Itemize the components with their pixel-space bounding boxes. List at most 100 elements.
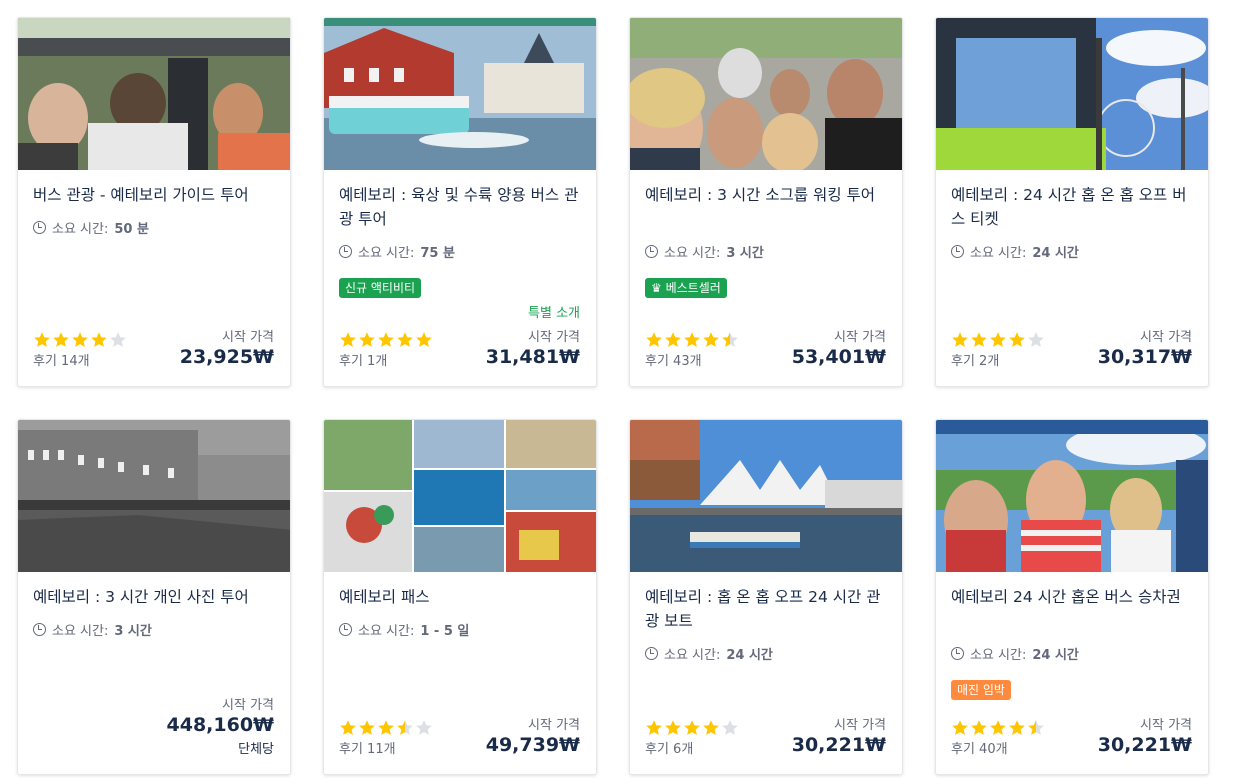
star-icon [703,332,719,347]
rating-stars [645,331,739,349]
activity-card[interactable]: 예테보리 : 24 시간 홉 온 홉 오프 버스 티켓 소요 시간: 24 시간… [935,17,1209,387]
star-icon [359,332,375,347]
price-label: 시작 가격 [222,330,274,345]
bestseller-badge: ♛ 베스트셀러 [645,278,727,298]
duration-label: 소요 시간: [970,246,1027,261]
activity-title[interactable]: 버스 관광 - 예테보리 가이드 투어 [33,183,279,207]
activity-card[interactable]: 예테보리 패스 소요 시간: 1 - 5 일 후기 11개 시작 가격 49,7… [323,419,597,775]
activity-card[interactable]: 예테보리 24 시간 홉온 버스 승차권 소요 시간: 24 시간 매진 임박 … [935,419,1209,775]
star-icon [1028,720,1044,735]
star-icon [703,720,719,735]
star-icon [952,720,968,735]
duration-label: 소요 시간: [52,222,109,237]
star-icon [91,332,107,347]
duration: 소요 시간: 50 분 [33,218,149,237]
activity-image[interactable] [630,420,902,572]
almost-sold-out-badge: 매진 임박 [951,680,1011,700]
activity-title[interactable]: 예테보리 : 홉 온 홉 오프 24 시간 관광 보트 [645,585,891,633]
activity-grid: 버스 관광 - 예테보리 가이드 투어 소요 시간: 50 분 후기 14개 시… [0,0,1235,784]
featured-label: 특별 소개 [528,306,580,321]
rating-stars [645,719,739,737]
price: 30,221₩ [1097,734,1192,756]
price: 31,481₩ [485,346,580,368]
star-icon [340,332,356,347]
star-icon [359,720,375,735]
duration-value: 75 분 [420,246,455,261]
star-icon [378,332,394,347]
duration-value: 50 분 [114,222,149,237]
duration-label: 소요 시간: [664,246,721,261]
price-label: 시작 가격 [1140,718,1192,733]
duration-value: 24 시간 [726,648,773,663]
rating-stars [339,719,433,737]
clock-icon [645,647,658,660]
activity-image[interactable] [324,420,596,572]
activity-title[interactable]: 예테보리 24 시간 홉온 버스 승차권 [951,585,1197,609]
rating-stars [33,331,127,349]
activity-card[interactable]: 예테보리 : 홉 온 홉 오프 24 시간 관광 보트 소요 시간: 24 시간… [629,419,903,775]
star-icon [1009,332,1025,347]
review-count: 후기 43개 [645,354,702,369]
clock-icon [33,623,46,636]
activity-title[interactable]: 예테보리 패스 [339,585,585,609]
activity-card[interactable]: 예테보리 : 육상 및 수륙 양용 버스 관광 투어 소요 시간: 75 분 신… [323,17,597,387]
star-icon [990,332,1006,347]
star-icon [665,332,681,347]
star-icon [684,720,700,735]
price-label: 시작 가격 [528,718,580,733]
star-icon [665,720,681,735]
activity-card[interactable]: 예테보리 : 3 시간 소그룹 워킹 투어 소요 시간: 3 시간 ♛ 베스트셀… [629,17,903,387]
activity-image[interactable] [936,18,1208,170]
activity-image[interactable] [630,18,902,170]
activity-image[interactable] [324,18,596,170]
price-unit: 단체당 [238,742,274,757]
review-count: 후기 1개 [339,354,388,369]
review-count: 후기 11개 [339,742,396,757]
rating-stars [339,331,433,349]
duration-value: 3 시간 [114,624,152,639]
clock-icon [339,245,352,258]
activity-card[interactable]: 버스 관광 - 예테보리 가이드 투어 소요 시간: 50 분 후기 14개 시… [17,17,291,387]
price-label: 시작 가격 [528,330,580,345]
price: 49,739₩ [485,734,580,756]
price: 30,221₩ [791,734,886,756]
review-count: 후기 14개 [33,354,90,369]
rating-stars [951,331,1045,349]
duration: 소요 시간: 24 시간 [951,644,1079,663]
duration-label: 소요 시간: [358,246,415,261]
star-icon [971,720,987,735]
star-icon [990,720,1006,735]
clock-icon [951,245,964,258]
activity-image[interactable] [18,18,290,170]
activity-card[interactable]: 예테보리 : 3 시간 개인 사진 투어 소요 시간: 3 시간 시작 가격 4… [17,419,291,775]
price: 53,401₩ [791,346,886,368]
star-icon [378,720,394,735]
star-icon [416,720,432,735]
activity-title[interactable]: 예테보리 : 3 시간 소그룹 워킹 투어 [645,183,891,207]
activity-title[interactable]: 예테보리 : 육상 및 수륙 양용 버스 관광 투어 [339,183,585,231]
star-icon [53,332,69,347]
star-icon [722,332,738,347]
duration-value: 24 시간 [1032,246,1079,261]
duration: 소요 시간: 3 시간 [645,242,764,261]
star-icon [646,720,662,735]
duration: 소요 시간: 3 시간 [33,620,152,639]
activity-image[interactable] [18,420,290,572]
star-icon [397,332,413,347]
activity-title[interactable]: 예테보리 : 3 시간 개인 사진 투어 [33,585,279,609]
star-icon [416,332,432,347]
price-label: 시작 가격 [222,698,274,713]
star-icon [722,720,738,735]
duration-label: 소요 시간: [52,624,109,639]
duration-label: 소요 시간: [970,648,1027,663]
activity-image[interactable] [936,420,1208,572]
activity-title[interactable]: 예테보리 : 24 시간 홉 온 홉 오프 버스 티켓 [951,183,1197,231]
review-count: 후기 6개 [645,742,694,757]
duration-label: 소요 시간: [358,624,415,639]
clock-icon [339,623,352,636]
duration: 소요 시간: 1 - 5 일 [339,620,469,639]
duration-value: 24 시간 [1032,648,1079,663]
star-icon [72,332,88,347]
rating-stars [951,719,1045,737]
price-label: 시작 가격 [834,718,886,733]
